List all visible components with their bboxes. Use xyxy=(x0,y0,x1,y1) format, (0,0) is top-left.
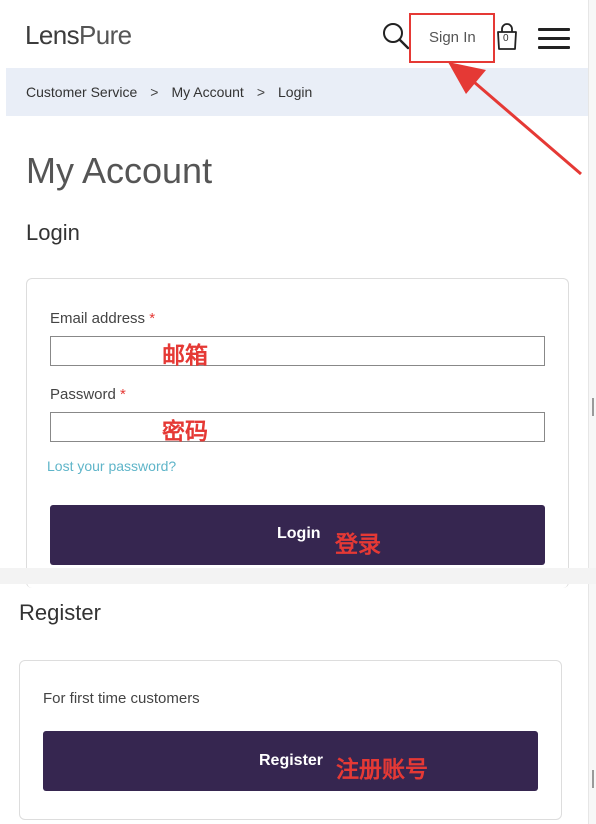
breadcrumb-my-account[interactable]: My Account xyxy=(171,84,243,100)
password-input[interactable] xyxy=(50,412,545,442)
annotation-email: 邮箱 xyxy=(162,343,208,369)
first-time-customers-text: For first time customers xyxy=(43,690,200,707)
breadcrumb-customer-service[interactable]: Customer Service xyxy=(26,84,137,100)
breadcrumb-login: Login xyxy=(278,84,313,100)
logo-pure: Pure xyxy=(78,20,132,50)
password-label: Password * xyxy=(50,386,126,403)
register-button[interactable]: Register xyxy=(43,731,538,791)
site-header: LensPure Sign In 0 xyxy=(6,0,588,68)
lost-password-link[interactable]: Lost your password? xyxy=(47,458,176,474)
required-mark: * xyxy=(149,310,156,327)
cart-count: 0 xyxy=(503,33,509,44)
required-mark: * xyxy=(120,386,126,403)
breadcrumb-separator: > xyxy=(256,84,266,100)
login-button-label: Login xyxy=(277,525,321,542)
email-label: Email address * xyxy=(50,310,156,327)
edge-marker xyxy=(592,398,594,416)
logo-lens: Lens xyxy=(25,20,80,50)
register-button-label: Register xyxy=(259,752,324,769)
red-arrow-annotation xyxy=(448,62,582,176)
hamburger-menu-icon[interactable] xyxy=(538,28,570,49)
annotation-login: 登录 xyxy=(335,532,381,558)
edge-marker xyxy=(592,770,594,788)
email-input[interactable] xyxy=(50,336,545,366)
section-gap xyxy=(0,568,596,584)
logo[interactable]: LensPure xyxy=(25,20,132,51)
annotation-password: 密码 xyxy=(162,419,208,445)
login-page-section: LensPure Sign In 0 Customer Service > My… xyxy=(6,0,588,588)
sign-in-link[interactable]: Sign In xyxy=(429,29,476,46)
login-button[interactable]: Login xyxy=(50,505,545,565)
page-title: My Account xyxy=(26,150,213,191)
annotation-register: 注册账号 xyxy=(336,757,428,783)
breadcrumb-separator: > xyxy=(150,84,159,100)
login-heading: Login xyxy=(26,220,80,245)
search-icon[interactable] xyxy=(382,22,410,50)
register-heading: Register xyxy=(19,600,101,625)
